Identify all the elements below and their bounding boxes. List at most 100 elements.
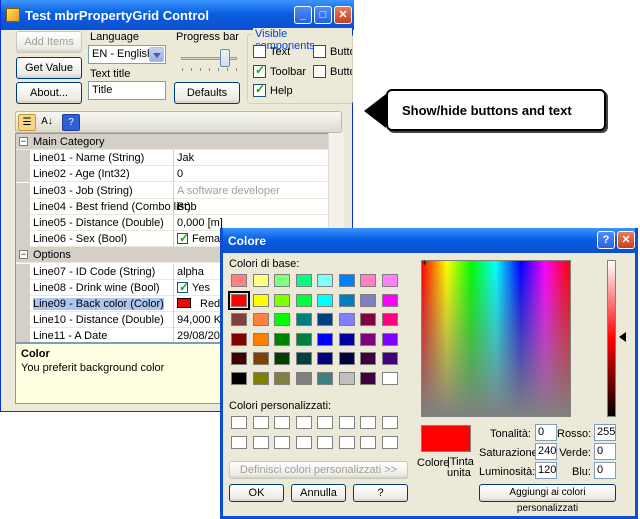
basic-color-swatch[interactable] [317,332,333,346]
collapse-icon[interactable]: − [19,137,28,146]
about-button[interactable]: About... [16,82,82,104]
basic-color-swatch[interactable] [381,293,398,307]
property-value[interactable]: Jak [173,150,325,167]
add-items-button[interactable]: Add Items [16,31,82,53]
cancel-button[interactable]: Annulla [291,484,346,502]
basic-color-swatch[interactable] [295,332,312,346]
basic-color-swatch[interactable] [274,352,290,365]
help-icon[interactable]: ? [62,114,80,131]
property-row[interactable]: Line01 - Name (String) Jak [16,150,341,167]
basic-color-swatch[interactable] [295,293,312,307]
custom-color-swatch[interactable] [381,416,398,429]
basic-color-swatch[interactable] [317,352,333,365]
color-spectrum[interactable] [421,260,571,417]
property-row[interactable]: Line02 - Age (Int32) 0 [16,166,341,183]
collapse-icon[interactable]: − [19,250,28,260]
button-checkbox-2[interactable] [313,65,326,78]
luminosity-bar[interactable] [607,260,616,417]
basic-color-swatch[interactable] [338,274,355,287]
basic-color-swatch[interactable] [381,274,398,287]
red-input[interactable]: 255 [594,424,616,441]
custom-color-swatch[interactable] [295,435,312,449]
text-checkbox[interactable] [253,45,266,58]
custom-color-swatch[interactable] [360,435,376,449]
basic-color-swatch[interactable] [360,352,376,365]
toolbar-checkbox[interactable] [253,63,266,78]
hue-input[interactable]: 0 [535,424,557,441]
blue-input[interactable]: 0 [594,462,616,479]
basic-color-swatch[interactable] [317,371,333,385]
dialog-close-button[interactable]: ✕ [617,231,635,249]
property-row[interactable]: Line04 - Best friend (Combo list) Bob [16,198,341,215]
categorized-icon[interactable]: ☰ [18,114,36,131]
basic-color-swatch[interactable] [252,371,269,385]
help-checkbox[interactable] [253,82,266,97]
sort-alphabetical-icon[interactable]: A↓ [38,114,56,131]
color-dialog-titlebar[interactable]: Colore ? ✕ [223,228,635,253]
basic-color-swatch[interactable] [231,313,247,326]
main-titlebar[interactable]: Test mbrPropertyGrid Control _ □ ✕ [1,0,354,30]
basic-color-swatch[interactable] [274,274,290,287]
luminosity-arrow-icon[interactable] [619,332,626,342]
language-select[interactable]: EN - English [88,45,166,64]
basic-color-swatch[interactable] [317,274,333,287]
basic-color-swatch[interactable] [231,274,247,287]
property-checkbox[interactable] [177,231,189,245]
custom-color-swatch[interactable] [231,435,247,449]
text-title-input[interactable]: Title [88,81,166,100]
category-row[interactable]: − Main Category [16,134,341,150]
basic-color-swatch[interactable] [295,371,312,385]
defaults-button[interactable]: Defaults [174,82,240,104]
basic-color-swatch[interactable] [360,293,376,307]
define-custom-colors-button[interactable]: Definisci colori personalizzati >> [229,461,408,479]
basic-color-swatch[interactable] [317,293,333,307]
basic-color-swatch[interactable] [360,313,376,326]
custom-color-swatch[interactable] [338,416,355,429]
custom-color-swatch[interactable] [317,435,333,449]
basic-color-swatch[interactable] [231,371,247,385]
get-value-button[interactable]: Get Value [16,57,82,79]
chevron-down-icon[interactable] [149,47,164,62]
basic-color-swatch[interactable] [295,352,312,365]
basic-color-swatch[interactable] [228,290,250,310]
basic-color-swatch[interactable] [252,293,269,307]
minimize-button[interactable]: _ [294,6,312,24]
basic-color-swatch[interactable] [381,352,398,365]
basic-color-swatch[interactable] [274,371,290,385]
custom-color-swatch[interactable] [274,416,290,429]
basic-color-swatch[interactable] [360,274,376,287]
property-row[interactable]: Line03 - Job (String) A software develope… [16,182,341,199]
basic-color-swatch[interactable] [274,293,290,307]
custom-color-swatch[interactable] [360,416,376,429]
basic-color-swatch[interactable] [338,352,355,365]
basic-color-swatch[interactable] [360,371,376,385]
saturation-input[interactable]: 240 [535,443,557,460]
help-dialog-button[interactable]: ? [353,484,408,502]
ok-button[interactable]: OK [229,484,284,502]
progress-slider-thumb[interactable] [220,49,230,67]
basic-color-swatch[interactable] [338,293,355,307]
basic-color-swatch[interactable] [381,371,398,385]
green-input[interactable]: 0 [594,443,616,460]
basic-color-swatch[interactable] [338,313,355,326]
button-checkbox-1[interactable] [313,45,326,58]
property-value[interactable]: 0 [173,166,325,183]
basic-color-swatch[interactable] [338,332,355,346]
basic-color-swatch[interactable] [295,274,312,287]
close-button[interactable]: ✕ [334,6,352,24]
maximize-button[interactable]: □ [314,6,332,24]
basic-color-swatch[interactable] [317,313,333,326]
basic-color-swatch[interactable] [252,274,269,287]
custom-color-swatch[interactable] [295,416,312,429]
luminosity-input[interactable]: 120 [535,462,557,479]
basic-color-swatch[interactable] [274,332,290,346]
property-checkbox[interactable] [177,280,189,294]
property-value[interactable]: A software developer [173,182,325,199]
basic-color-swatch[interactable] [252,352,269,365]
custom-color-swatch[interactable] [231,416,247,429]
custom-color-swatch[interactable] [252,416,269,429]
property-value[interactable]: Bob [173,198,325,215]
basic-color-swatch[interactable] [231,332,247,346]
basic-color-swatch[interactable] [381,313,398,326]
custom-color-swatch[interactable] [252,435,269,449]
